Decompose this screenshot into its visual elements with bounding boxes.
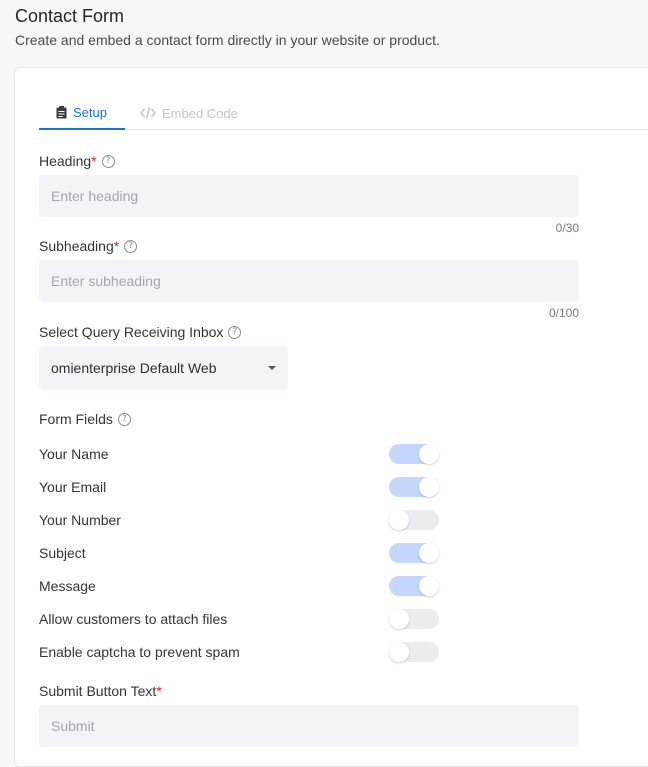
- heading-counter: 0/30: [555, 221, 579, 235]
- subheading-label-text: Subheading: [39, 238, 114, 254]
- required-mark: *: [91, 153, 97, 169]
- toggle-knob: [389, 609, 409, 629]
- field-row-your-email: Your Email: [39, 476, 439, 498]
- help-icon[interactable]: ?: [117, 412, 131, 426]
- toggle-knob: [389, 510, 409, 530]
- toggle-knob: [419, 576, 439, 596]
- inbox-select[interactable]: omienterprise Default Web: [39, 346, 288, 390]
- field-row-attach-files: Allow customers to attach files: [39, 608, 439, 630]
- clipboard-icon: [56, 105, 67, 118]
- submit-text-label: Submit Button Text *: [39, 683, 162, 699]
- tab-embed-code-label: Embed Code: [162, 105, 238, 121]
- toggle-knob: [389, 642, 409, 662]
- page-header: Contact Form Create and embed a contact …: [15, 6, 440, 48]
- subheading-input[interactable]: [39, 260, 579, 302]
- field-label: Your Email: [39, 479, 107, 495]
- heading-label: Heading * ?: [39, 153, 115, 169]
- toggle-your-name[interactable]: [389, 444, 439, 464]
- field-label: Your Number: [39, 512, 121, 528]
- toggle-your-email[interactable]: [389, 477, 439, 497]
- heading-label-text: Heading: [39, 153, 92, 169]
- required-mark: *: [156, 683, 162, 699]
- required-mark: *: [113, 238, 120, 254]
- field-row-captcha: Enable captcha to prevent spam: [39, 641, 439, 663]
- tab-setup[interactable]: Setup: [39, 96, 125, 130]
- help-icon[interactable]: ?: [228, 325, 242, 339]
- field-row-your-name: Your Name: [39, 443, 439, 465]
- field-label: Message: [39, 578, 96, 594]
- inbox-label-text: Select Query Receiving Inbox: [39, 324, 224, 340]
- tab-setup-label: Setup: [73, 104, 107, 120]
- code-icon: [140, 107, 156, 119]
- field-label: Your Name: [39, 446, 109, 462]
- page-subtitle: Create and embed a contact form directly…: [15, 32, 440, 48]
- toggle-knob: [419, 444, 439, 464]
- field-row-your-number: Your Number: [39, 509, 439, 531]
- form-fields-label: Form Fields ?: [39, 411, 131, 427]
- submit-text-input[interactable]: [39, 705, 579, 747]
- toggle-knob: [419, 543, 439, 563]
- form-fields-label-text: Form Fields: [39, 411, 113, 427]
- field-label: Allow customers to attach files: [39, 611, 228, 627]
- help-icon[interactable]: ?: [101, 154, 115, 168]
- field-label: Enable captcha to prevent spam: [39, 644, 240, 660]
- toggle-knob: [419, 477, 439, 497]
- toggle-message[interactable]: [389, 576, 439, 596]
- contact-form-card: Setup Embed Code Heading * ? 0/30 Subhea…: [14, 67, 648, 767]
- toggle-your-number[interactable]: [389, 510, 439, 530]
- field-label: Subject: [39, 545, 86, 561]
- tab-bar: Setup Embed Code: [39, 96, 648, 130]
- inbox-label: Select Query Receiving Inbox ?: [39, 324, 242, 340]
- inbox-selected-value: omienterprise Default Web: [51, 360, 217, 376]
- submit-text-label-text: Submit Button Text: [39, 683, 157, 699]
- field-row-message: Message: [39, 575, 439, 597]
- heading-input[interactable]: [39, 175, 579, 217]
- toggle-attach-files[interactable]: [389, 609, 439, 629]
- toggle-subject[interactable]: [389, 543, 439, 563]
- caret-down-icon: [268, 366, 276, 370]
- toggle-captcha[interactable]: [389, 642, 439, 662]
- subheading-label: Subheading * ?: [39, 238, 138, 254]
- subheading-counter: 0/100: [548, 306, 579, 320]
- help-icon[interactable]: ?: [124, 239, 138, 253]
- tab-embed-code[interactable]: Embed Code: [140, 96, 238, 130]
- page-title: Contact Form: [15, 6, 125, 26]
- field-row-subject: Subject: [39, 542, 439, 564]
